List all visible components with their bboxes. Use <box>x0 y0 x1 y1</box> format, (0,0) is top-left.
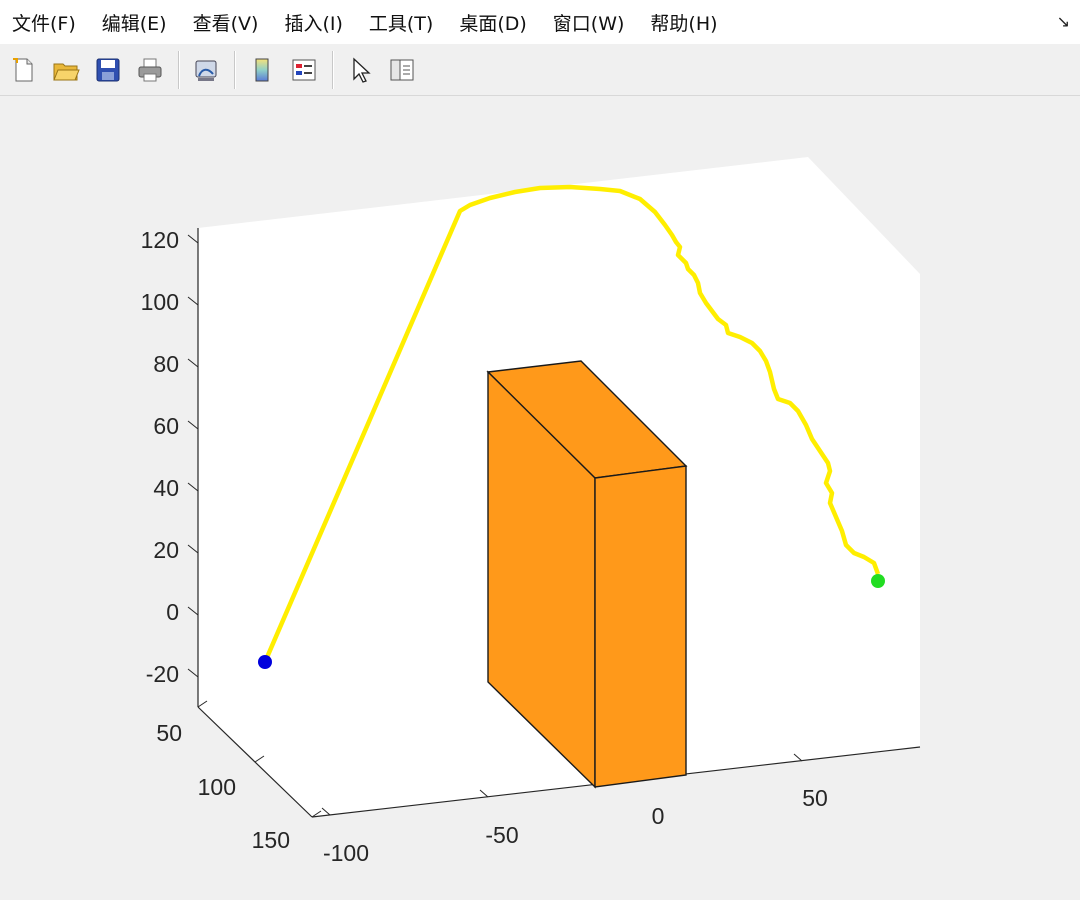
start-marker <box>258 655 272 669</box>
z-tick-label: 80 <box>153 351 179 377</box>
z-tick-label: 100 <box>141 289 179 315</box>
open-folder-icon[interactable] <box>48 52 84 88</box>
menu-insert[interactable]: 插入(I) <box>271 0 355 44</box>
z-tick-label: 120 <box>141 227 179 253</box>
toolbar-separator <box>178 50 180 89</box>
print-icon[interactable] <box>132 52 168 88</box>
menu-help[interactable]: 帮助(H) <box>637 0 730 44</box>
z-tick-label: 40 <box>153 475 179 501</box>
x-tick-label: 50 <box>802 785 828 811</box>
toolbar-separator <box>332 50 334 89</box>
x-tick-label: -100 <box>323 840 369 866</box>
new-file-icon[interactable] <box>6 52 42 88</box>
y-tick-label: 100 <box>198 774 236 800</box>
pointer-icon[interactable] <box>342 52 378 88</box>
y-tick-label: 150 <box>252 827 290 853</box>
menu-window[interactable]: 窗口(W) <box>540 0 638 44</box>
menu-view[interactable]: 查看(V) <box>180 0 272 44</box>
colorbar-icon[interactable] <box>244 52 280 88</box>
legend-icon[interactable] <box>286 52 322 88</box>
z-ticks <box>187 234 199 678</box>
obstacle-front-face <box>594 465 687 788</box>
plot-axes[interactable]: 120 100 80 60 40 20 0 -20 50 100 150 -10… <box>0 97 1080 900</box>
y-tick-label: 50 <box>156 720 182 746</box>
z-tick-label: 60 <box>153 413 179 439</box>
save-icon[interactable] <box>90 52 126 88</box>
dock-figure-icon[interactable]: ↘ <box>1057 12 1070 31</box>
menu-file[interactable]: 文件(F) <box>0 0 89 44</box>
z-tick-label: -20 <box>146 661 179 687</box>
menu-edit[interactable]: 编辑(E) <box>89 0 180 44</box>
goal-marker <box>871 574 885 588</box>
menu-desktop[interactable]: 桌面(D) <box>446 0 539 44</box>
toolbar-separator <box>234 50 236 89</box>
menu-bar: 文件(F) 编辑(E) 查看(V) 插入(I) 工具(T) 桌面(D) 窗口(W… <box>0 0 1080 44</box>
z-tick-label: 0 <box>166 599 179 625</box>
menu-tools[interactable]: 工具(T) <box>356 0 446 44</box>
x-tick-label: 0 <box>652 803 665 829</box>
link-figure-icon[interactable] <box>188 52 224 88</box>
z-tick-label: 20 <box>153 537 179 563</box>
figure-toolbar <box>0 44 1080 96</box>
x-tick-label: -50 <box>485 822 518 848</box>
property-editor-icon[interactable] <box>384 52 420 88</box>
